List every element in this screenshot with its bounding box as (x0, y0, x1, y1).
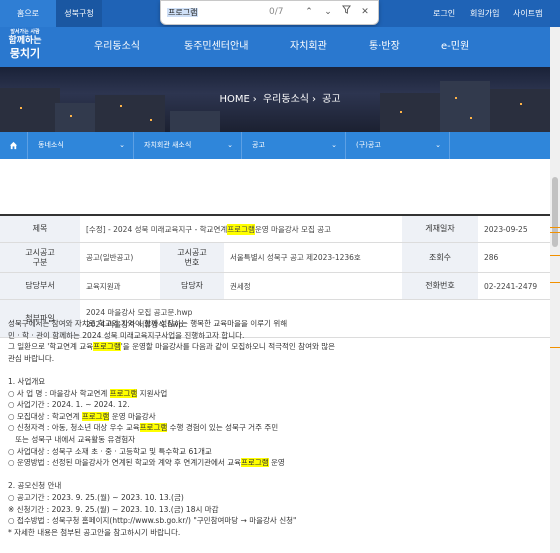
gnb-e-minwon[interactable]: e-민원 (441, 27, 469, 67)
chevron-down-icon: ⌄ (435, 141, 441, 149)
section-title: 2. 공모신청 안내 (8, 481, 62, 491)
person-value: 권세정 (230, 281, 251, 291)
sub-navigation: 동네소식 ⌄ 자치회관 새소식 ⌄ 공고 ⌄ (구)공고 ⌄ (0, 132, 550, 159)
views-value: 286 (484, 253, 499, 262)
login-link[interactable]: 로그인 (433, 0, 455, 27)
body-line: ○ 사업기간 : 2024. 1. ~ 2024. 12. (8, 400, 130, 410)
find-match-marker (550, 347, 560, 348)
find-query: 프로그램 (167, 8, 199, 17)
subnav-community-news[interactable]: 자치회관 새소식 ⌄ (134, 132, 242, 159)
chevron-down-icon[interactable]: ⌄ (320, 4, 336, 20)
close-icon[interactable]: ✕ (357, 4, 373, 20)
title-value: [수정] - 2024 성북 미래교육지구 - 학교연계 프로그램 운영 마을강… (86, 223, 332, 235)
page-scrollbar[interactable] (550, 27, 560, 553)
body-line: 성북구에서는 참여와 자치로 학교와 지역이 함께 성장하는 행복한 교육마을을… (8, 319, 288, 328)
title-label: 제목 (0, 216, 80, 242)
body-line: 그 일환으로 '학교연계 교육프로그램'을 운영할 마을강사를 다음과 같이 모… (8, 342, 336, 352)
body-line: * 자세한 내용은 첨부된 공고안을 참고하시기 바랍니다. (8, 527, 181, 537)
main-header: 앞서가는 사람 함께하는 뭉치기 우리동소식 동주민센터안내 자치회관 통·반장… (0, 27, 560, 67)
phone-value: 02-2241-2479 (484, 281, 538, 291)
date-value: 2023-09-25 (484, 224, 528, 234)
body-line: 민 · 학 · 관이 함께하는 2024 성북 미래교육지구사업을 진행하고자 … (8, 330, 245, 340)
chevron-down-icon: ⌄ (119, 141, 125, 149)
table-row: 제목 [수정] - 2024 성북 미래교육지구 - 학교연계 프로그램 운영 … (0, 216, 550, 243)
type-label: 고시공고 구분 (0, 243, 80, 272)
subnav-old-notice[interactable]: (구)공고 ⌄ (346, 132, 450, 159)
find-match-marker (550, 255, 560, 256)
dept-label: 담당부서 (0, 273, 80, 299)
body-line: ○ 공고기간 : 2023. 9. 25.(월) ~ 2023. 10. 13.… (8, 492, 184, 502)
tab-seongbuk[interactable]: 성북구청 (56, 0, 102, 27)
no-value: 서울특별시 성북구 공고 제2023-1236호 (230, 253, 361, 262)
breadcrumb-news[interactable]: 우리동소식 (263, 94, 309, 105)
body-line: ○ 모집대상 : 학교연계 프로그램 운영 마을강사 (8, 411, 156, 421)
subnav-local-news[interactable]: 동네소식 ⌄ (28, 132, 134, 159)
signup-link[interactable]: 회원가입 (470, 0, 499, 27)
gnb-community[interactable]: 자치회관 (290, 27, 327, 67)
phone-label: 전화번호 (402, 273, 478, 299)
site-logo[interactable]: 앞서가는 사람 함께하는 뭉치기 (4, 29, 46, 65)
sitemap-link[interactable]: 사이트맵 (513, 0, 542, 27)
gnb-center-info[interactable]: 동주민센터안내 (184, 27, 248, 67)
body-line: 관심 바랍니다. (8, 353, 55, 363)
type-value: 공고(일반공고) (86, 253, 134, 262)
chevron-down-icon: ⌄ (331, 141, 337, 149)
hero-banner: HOME › 우리동소식 › 공고 (0, 67, 560, 133)
find-count: 0/7 (269, 7, 284, 17)
find-bar: 프로그램 0/7 ⌃ ⌄ ✕ (160, 0, 379, 25)
find-match-marker (550, 282, 560, 283)
chevron-down-icon: ⌄ (227, 141, 233, 149)
find-match-marker (550, 227, 560, 228)
breadcrumb-notice[interactable]: 공고 (322, 94, 340, 105)
body-line: ○ 운영방법 : 선정된 마을강사가 연계된 학교와 계약 후 연계기관에서 교… (8, 458, 285, 468)
dept-value: 교육지원과 (86, 281, 121, 291)
filter-icon[interactable] (338, 4, 354, 20)
tab-home[interactable]: 홈으로 (0, 0, 56, 27)
gnb-tongban[interactable]: 통·반장 (369, 27, 400, 67)
section-title: 1. 사업개요 (8, 376, 46, 386)
breadcrumb: HOME › 우리동소식 › 공고 (219, 94, 341, 105)
find-match-marker (550, 232, 560, 233)
attachment-link[interactable]: 2024 마을강사 모집 공고문.hwp (86, 307, 192, 319)
body-line: 또는 성북구 내에서 교육활동 유경험자 (8, 434, 136, 444)
views-label: 조회수 (402, 243, 478, 272)
gnb-news[interactable]: 우리동소식 (94, 27, 140, 67)
chevron-up-icon[interactable]: ⌃ (301, 4, 317, 20)
notice-detail-table: 제목 [수정] - 2024 성북 미래교육지구 - 학교연계 프로그램 운영 … (0, 214, 550, 338)
notice-body: 성북구에서는 참여와 자치로 학교와 지역이 함께 성장하는 행복한 교육마을을… (8, 318, 548, 538)
table-row: 고시공고 구분 공고(일반공고) 고시공고 번호 서울특별시 성북구 공고 제2… (0, 243, 550, 273)
table-row: 담당부서 교육지원과 담당자 권세정 전화번호 02-2241-2479 (0, 273, 550, 300)
subnav-notice[interactable]: 공고 ⌄ (242, 132, 346, 159)
body-line: ○ 접수방법 : 성북구청 홈페이지(http://www.sb.go.kr/)… (8, 516, 297, 526)
body-line: ○ 신청자격 : 아동, 청소년 대상 우수 교육프로그램 수행 경험이 있는 … (8, 423, 279, 433)
body-line: ※ 신청기간 : 2023. 9. 25.(월) ~ 2023. 10. 13.… (8, 504, 219, 514)
body-line: ○ 사 업 명 : 마을강사 학교연계 프로그램 지원사업 (8, 388, 168, 398)
date-label: 게재일자 (402, 216, 478, 242)
home-icon[interactable] (0, 132, 28, 159)
body-line: ○ 사업대상 : 성북구 소재 초 · 중 · 고등학교 및 특수학교 61개교 (8, 446, 212, 456)
scrollbar-thumb[interactable] (552, 177, 558, 247)
breadcrumb-home[interactable]: HOME (219, 94, 249, 105)
person-label: 담당자 (160, 273, 224, 299)
no-label: 고시공고 번호 (160, 243, 224, 272)
